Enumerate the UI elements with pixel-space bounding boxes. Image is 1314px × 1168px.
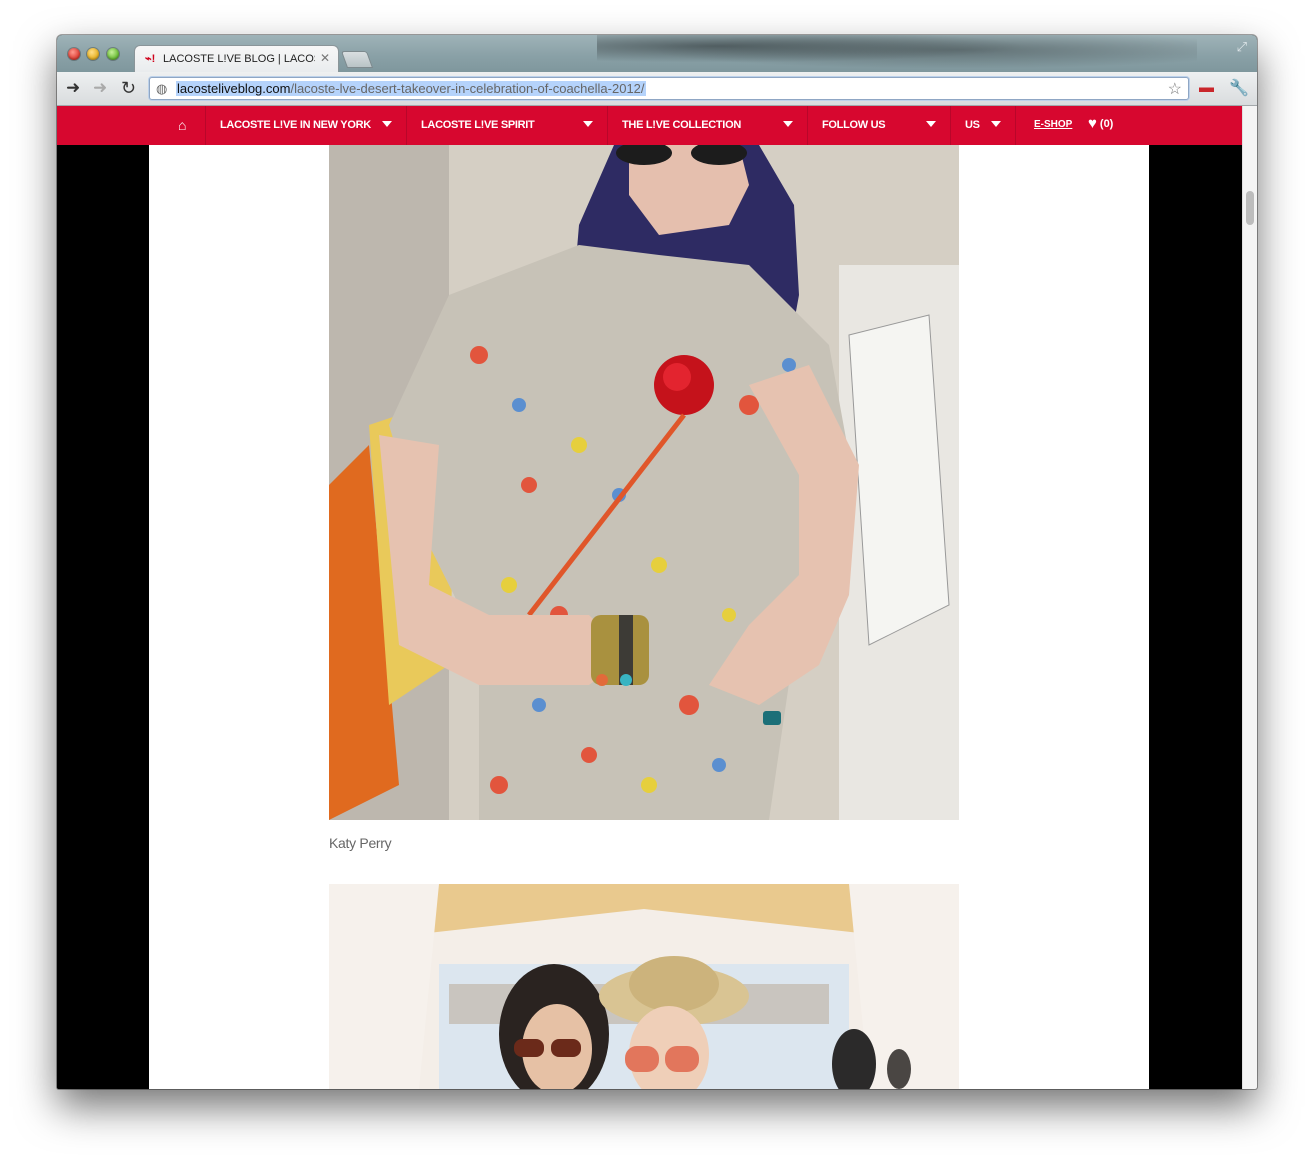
- close-window-button[interactable]: [68, 48, 80, 60]
- web-page: Katy Perry ⌂ LACOSTE L!VE IN NEW YORK LA…: [57, 106, 1242, 1089]
- theme-background: [597, 35, 1197, 72]
- menu-live-collection[interactable]: THE L!VE COLLECTION: [607, 106, 807, 145]
- second-photo[interactable]: [329, 884, 959, 1089]
- url-path: /lacoste-lve-desert-takeover-in-celebrat…: [290, 81, 645, 96]
- menu-label: FOLLOW US: [822, 119, 886, 131]
- menu-label: US: [965, 119, 980, 131]
- zoom-window-button[interactable]: [107, 48, 119, 60]
- menu-label: LACOSTE L!VE SPIRIT: [421, 119, 535, 131]
- wishlist-link[interactable]: ♥ (0): [1088, 115, 1113, 132]
- red-crocodile-icon: ⌁!: [145, 53, 156, 65]
- katy-perry-photo-image: [329, 145, 959, 820]
- fullscreen-icon[interactable]: ⤢: [1237, 39, 1247, 55]
- second-photo-image: [329, 884, 959, 1089]
- minimize-window-button[interactable]: [87, 48, 99, 60]
- menu-label: LACOSTE L!VE IN NEW YORK: [220, 119, 371, 131]
- close-tab-icon[interactable]: ✕: [320, 51, 330, 65]
- new-tab-button[interactable]: [340, 51, 374, 68]
- scrollbar-thumb[interactable]: [1246, 191, 1254, 225]
- katy-perry-photo[interactable]: [329, 145, 959, 820]
- menu-live-spirit[interactable]: LACOSTE L!VE SPIRIT: [406, 106, 607, 145]
- forward-arrow-icon[interactable]: ➜: [93, 78, 107, 98]
- photo-caption: Katy Perry: [329, 835, 392, 851]
- back-arrow-icon[interactable]: ➜: [66, 78, 80, 98]
- extension-sofa-icon[interactable]: ▬: [1199, 79, 1214, 96]
- chevron-down-icon: [583, 121, 593, 127]
- browser-toolbar: ➜ ➜ ↻ ◍ lacosteliveblog.com/lacoste-lve-…: [57, 72, 1257, 106]
- tab-title: LACOSTE L!VE BLOG | LACOS: [163, 53, 315, 65]
- tab-strip: ⌁! LACOSTE L!VE BLOG | LACOS ✕ ⤢: [57, 35, 1257, 72]
- home-icon: ⌂: [178, 117, 187, 133]
- eshop-link[interactable]: E-SHOP: [1034, 119, 1072, 130]
- menu-divider: [1015, 106, 1016, 145]
- url-host: lacosteliveblog.com: [177, 81, 291, 96]
- browser-window: ⌁! LACOSTE L!VE BLOG | LACOS ✕ ⤢ ➜ ➜ ↻ ◍…: [57, 35, 1257, 1089]
- vertical-scrollbar[interactable]: [1242, 106, 1257, 1089]
- menu-us[interactable]: US: [950, 106, 1015, 145]
- browser-tab[interactable]: ⌁! LACOSTE L!VE BLOG | LACOS ✕: [134, 45, 339, 72]
- site-nav-bar: ⌂ LACOSTE L!VE IN NEW YORK LACOSTE L!VE …: [57, 106, 1242, 145]
- chevron-down-icon: [926, 121, 936, 127]
- chevron-down-icon: [783, 121, 793, 127]
- menu-label: THE L!VE COLLECTION: [622, 119, 741, 131]
- url-text[interactable]: lacosteliveblog.com/lacoste-lve-desert-t…: [176, 81, 646, 96]
- address-bar[interactable]: ◍ lacosteliveblog.com/lacoste-lve-desert…: [149, 77, 1189, 100]
- menu-live-in-new-york[interactable]: LACOSTE L!VE IN NEW YORK: [205, 106, 406, 145]
- home-link[interactable]: ⌂: [165, 106, 205, 145]
- chevron-down-icon: [382, 121, 392, 127]
- reload-icon[interactable]: ↻: [121, 78, 136, 98]
- heart-icon: ♥: [1088, 115, 1097, 132]
- menu-follow-us[interactable]: FOLLOW US: [807, 106, 950, 145]
- bookmark-star-icon[interactable]: ☆: [1168, 79, 1182, 99]
- chevron-down-icon: [991, 121, 1001, 127]
- globe-icon: ◍: [156, 81, 168, 96]
- wishlist-count: (0): [1099, 117, 1114, 130]
- wrench-icon[interactable]: 🔧: [1229, 78, 1249, 98]
